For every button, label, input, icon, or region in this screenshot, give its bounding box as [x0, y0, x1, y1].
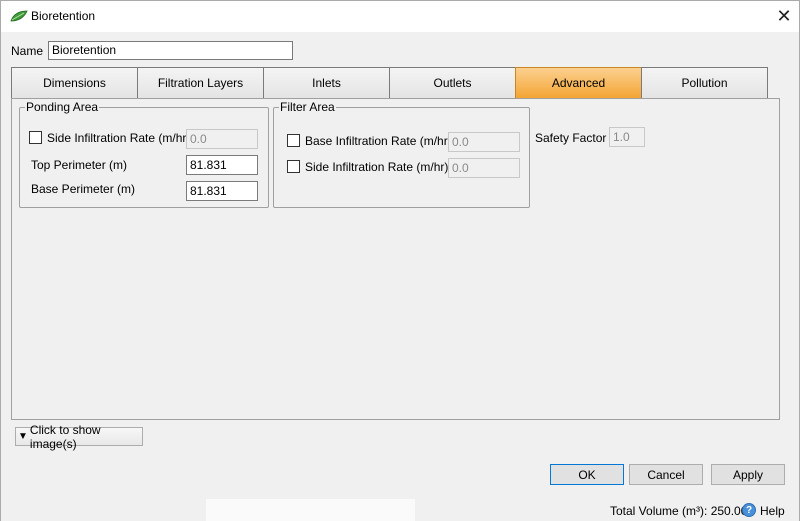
- help-link[interactable]: Help: [760, 504, 785, 518]
- cancel-button[interactable]: Cancel: [629, 464, 703, 485]
- ponding-area-title: Ponding Area: [25, 100, 100, 114]
- name-label: Name: [11, 44, 44, 58]
- show-images-button[interactable]: ▼ Click to show image(s): [15, 423, 143, 451]
- side-infiltration-checkbox[interactable]: [29, 131, 42, 144]
- tab-dimensions[interactable]: Dimensions: [11, 67, 137, 99]
- filter-area-group: Filter Area Base Infiltration Rate (m/hr…: [273, 100, 530, 208]
- filter-side-infiltration-checkbox[interactable]: [287, 160, 300, 173]
- double-chevron-down-icon: ▼: [18, 431, 28, 442]
- title-bar: Bioretention ✕: [1, 1, 799, 32]
- ponding-area-group: Ponding Area Side Infiltration Rate (m/h…: [19, 100, 269, 208]
- safety-factor-label: Safety Factor: [535, 131, 607, 145]
- base-infiltration-checkbox[interactable]: [287, 134, 300, 147]
- tab-content-panel: Ponding Area Side Infiltration Rate (m/h…: [11, 98, 780, 420]
- base-perimeter-input[interactable]: 81.831: [186, 181, 258, 201]
- ok-button[interactable]: OK: [550, 464, 624, 485]
- leaf-icon: [10, 10, 28, 22]
- filter-side-infiltration-label: Side Infiltration Rate (m/hr): [305, 160, 449, 174]
- base-perimeter-label: Base Perimeter (m): [31, 182, 136, 196]
- tab-inlets[interactable]: Inlets: [263, 67, 389, 99]
- tab-strip: Dimensions Filtration Layers Inlets Outl…: [11, 67, 768, 99]
- filter-area-title: Filter Area: [279, 100, 336, 114]
- apply-button[interactable]: Apply: [711, 464, 785, 485]
- tab-outlets[interactable]: Outlets: [389, 67, 515, 99]
- status-segment: [206, 499, 415, 521]
- total-volume-text: Total Volume (m³): 250.000: [610, 504, 755, 518]
- tab-pollution[interactable]: Pollution: [641, 67, 768, 99]
- top-perimeter-input[interactable]: 81.831: [186, 155, 258, 175]
- side-infiltration-label: Side Infiltration Rate (m/hr): [47, 131, 191, 145]
- safety-factor-input[interactable]: 1.0: [609, 127, 645, 147]
- base-infiltration-input[interactable]: 0.0: [448, 132, 520, 152]
- filter-side-infiltration-input[interactable]: 0.0: [448, 158, 520, 178]
- dialog-window: Bioretention ✕ Name Bioretention Dimensi…: [0, 0, 800, 521]
- tab-advanced[interactable]: Advanced: [515, 67, 641, 99]
- base-infiltration-label: Base Infiltration Rate (m/hr): [305, 134, 452, 148]
- help-icon[interactable]: ?: [742, 503, 756, 517]
- window-title: Bioretention: [31, 9, 96, 23]
- top-perimeter-label: Top Perimeter (m): [31, 158, 128, 172]
- side-infiltration-input[interactable]: 0.0: [186, 129, 258, 149]
- tab-filtration-layers[interactable]: Filtration Layers: [137, 67, 263, 99]
- name-input[interactable]: Bioretention: [48, 41, 293, 60]
- show-images-label: Click to show image(s): [29, 422, 101, 451]
- close-icon[interactable]: ✕: [771, 5, 797, 27]
